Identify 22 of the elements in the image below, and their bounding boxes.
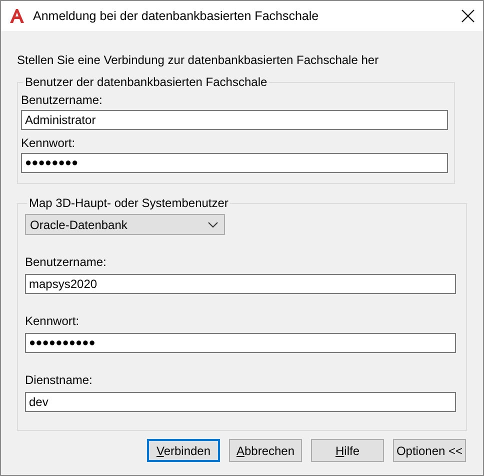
dialog-button[interactable]: Abbrechen — [229, 439, 302, 462]
caret-icon — [208, 222, 218, 228]
dialog-button[interactable]: Optionen << — [393, 439, 466, 462]
field-label: Benutzername: — [25, 255, 108, 269]
password-field[interactable]: ●●●●●●●● — [21, 153, 448, 173]
dialog-button[interactable]: Verbinden — [147, 439, 220, 462]
input-field[interactable]: mapsys2020 — [25, 274, 456, 294]
input-field[interactable]: Administrator — [21, 110, 448, 130]
field-label: Dienstname: — [25, 373, 94, 387]
app-logo-icon — [9, 8, 25, 24]
window-title: Anmeldung bei der datenbankbasierten Fachschale — [33, 9, 320, 23]
field-label: Benutzername: — [21, 93, 104, 107]
password-field[interactable]: ●●●●●●●●●● — [25, 333, 456, 353]
input-field[interactable]: dev — [25, 392, 456, 412]
field-label: Kennwort: — [25, 314, 80, 328]
close-icon[interactable] — [461, 9, 475, 23]
intro-text: Stellen Sie eine Verbindung zur datenbankbasierten Fachschale her — [17, 53, 380, 67]
group-title: Map 3D-Haupt- oder Systembenutzer — [28, 196, 230, 210]
dialog-button[interactable]: Hilfe — [311, 439, 384, 462]
group-title: Benutzer der datenbankbasierten Fachschale — [24, 75, 268, 89]
database-dropdown[interactable]: Oracle-Datenbank — [25, 214, 225, 235]
field-label: Kennwort: — [21, 136, 76, 150]
